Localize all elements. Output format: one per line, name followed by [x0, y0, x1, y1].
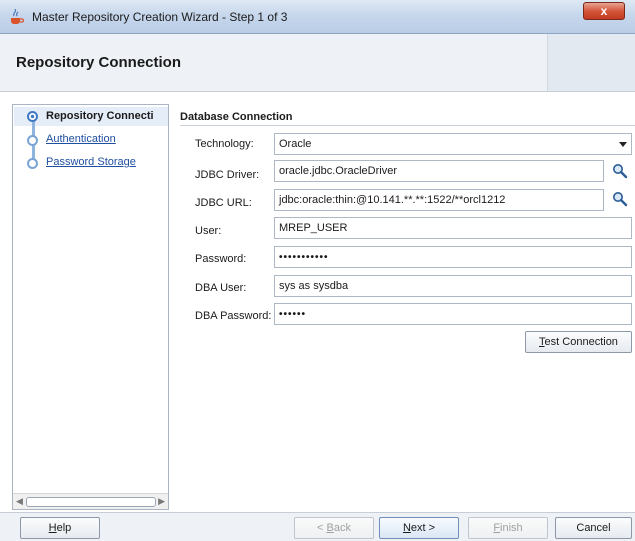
- nav-item-password-storage[interactable]: Password Storage: [46, 156, 136, 168]
- window-titlebar[interactable]: Master Repository Creation Wizard - Step…: [0, 0, 635, 34]
- jdbc-url-field[interactable]: jdbc:oracle:thin:@10.141.**.**:1522/**or…: [274, 189, 604, 211]
- help-button[interactable]: Help: [20, 517, 100, 539]
- nav-item-authentication[interactable]: Authentication: [46, 133, 116, 145]
- technology-value: Oracle: [279, 138, 312, 150]
- wizard-header: Repository Connection: [0, 34, 635, 92]
- dba-user-label: DBA User:: [195, 282, 247, 294]
- jdbc-driver-label: JDBC Driver:: [195, 169, 260, 181]
- dba-user-value: sys as sysdba: [279, 280, 349, 292]
- mnemonic: B: [326, 522, 334, 534]
- magnifier-icon[interactable]: [612, 163, 628, 179]
- close-button[interactable]: x: [583, 2, 625, 20]
- jdbc-url-value: jdbc:oracle:thin:@10.141.**.**:1522/**or…: [279, 194, 506, 206]
- user-label: User:: [195, 225, 222, 237]
- close-icon: x: [600, 4, 608, 18]
- password-label: Password:: [195, 253, 247, 265]
- button-label: inish: [500, 522, 523, 534]
- password-field[interactable]: •••••••••••: [274, 246, 632, 268]
- button-label: ext >: [410, 522, 436, 534]
- window-title: Master Repository Creation Wizard - Step…: [32, 10, 288, 24]
- dba-user-field[interactable]: sys as sysdba: [274, 275, 632, 297]
- technology-select[interactable]: Oracle: [274, 133, 632, 155]
- chevron-down-icon[interactable]: [619, 142, 627, 147]
- scroll-left-icon[interactable]: ◀: [16, 496, 23, 507]
- cancel-button[interactable]: Cancel: [555, 517, 632, 539]
- jdbc-url-label: JDBC URL:: [195, 197, 252, 209]
- button-label: <: [317, 522, 327, 534]
- jdbc-driver-value: oracle.jdbc.OracleDriver: [279, 165, 397, 177]
- technology-label: Technology:: [195, 138, 254, 150]
- next-button[interactable]: Next >: [379, 517, 459, 539]
- button-label: elp: [56, 522, 72, 534]
- scrollbar-thumb[interactable]: [26, 497, 156, 507]
- button-label: ack: [333, 522, 351, 534]
- step-active-icon: [27, 111, 38, 122]
- java-cup-icon: [11, 9, 25, 24]
- dba-password-value: ••••••: [279, 309, 307, 320]
- section-title: Database Connection: [180, 111, 293, 123]
- scroll-right-icon[interactable]: ▶: [158, 496, 165, 507]
- finish-button[interactable]: Finish: [468, 517, 548, 539]
- back-button[interactable]: < Back: [294, 517, 374, 539]
- user-field[interactable]: MREP_USER: [274, 217, 632, 239]
- wizard-steps-panel: Repository Connecti Authentication Passw…: [12, 104, 169, 510]
- header-graphic: [547, 34, 635, 91]
- nav-item-repository-connection[interactable]: Repository Connecti: [46, 110, 168, 122]
- test-connection-button[interactable]: Test Connection: [525, 331, 632, 353]
- nav-horizontal-scrollbar[interactable]: ◀ ▶: [13, 493, 168, 509]
- magnifier-icon[interactable]: [612, 191, 628, 207]
- password-value: •••••••••••: [279, 252, 329, 263]
- step-pending-icon: [27, 158, 38, 169]
- user-value: MREP_USER: [279, 222, 348, 234]
- step-pending-icon: [27, 135, 38, 146]
- mnemonic: N: [402, 522, 411, 534]
- jdbc-driver-field[interactable]: oracle.jdbc.OracleDriver: [274, 160, 604, 182]
- button-label: est Connection: [544, 336, 618, 348]
- mnemonic: H: [48, 522, 57, 534]
- section-divider: [180, 125, 635, 126]
- page-title: Repository Connection: [16, 54, 182, 71]
- dba-password-label: DBA Password:: [195, 310, 272, 322]
- button-label: Cancel: [576, 522, 611, 534]
- dba-password-field[interactable]: ••••••: [274, 303, 632, 325]
